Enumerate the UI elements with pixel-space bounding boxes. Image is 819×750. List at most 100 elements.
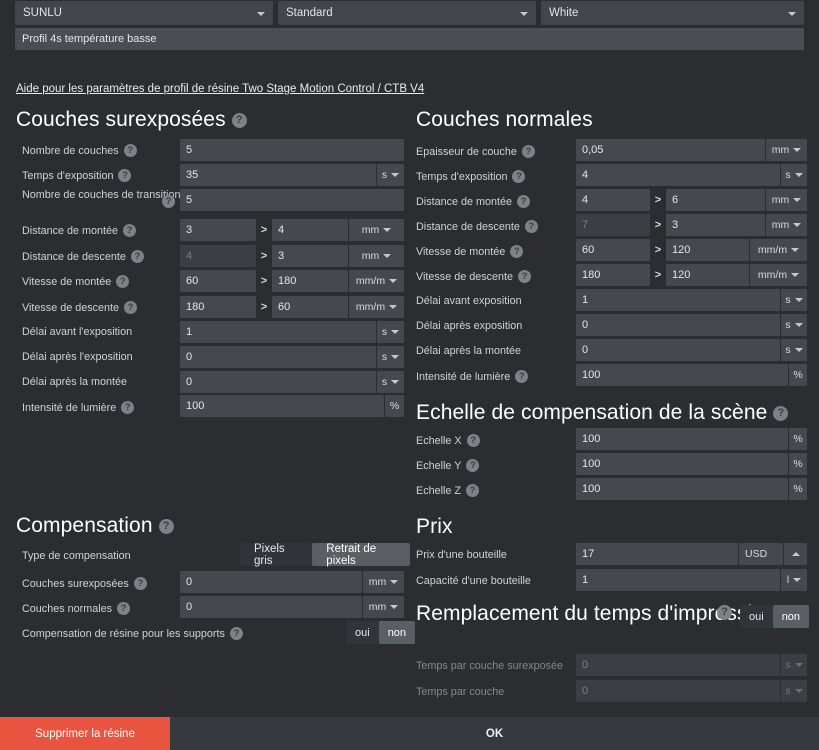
help-icon[interactable]: ?: [515, 370, 529, 383]
input-compensation-burn-in[interactable]: 0: [180, 571, 362, 593]
print-time-override-toggle[interactable]: oui non: [740, 605, 810, 628]
help-icon[interactable]: ?: [117, 602, 131, 615]
input-normal-delay-after-lift[interactable]: 0: [576, 339, 780, 361]
input-lift-speed-2[interactable]: 180: [272, 270, 348, 292]
unit-dropdown-normal-lift-speed[interactable]: mm/m: [750, 239, 807, 261]
help-icon[interactable]: ?: [118, 169, 132, 182]
brand-dropdown[interactable]: SUNLU: [15, 1, 273, 25]
type-dropdown[interactable]: Standard: [278, 1, 536, 25]
compensation-type-pixel-shrink[interactable]: Retrait de pixels: [312, 543, 410, 567]
label-bottle-capacity: Capacité d'une bouteille: [416, 575, 531, 587]
unit-dropdown-layer-thickness[interactable]: mm: [766, 139, 807, 161]
unit-dropdown-normal-retract-speed[interactable]: mm/m: [750, 264, 807, 286]
help-icon[interactable]: ?: [524, 220, 538, 233]
input-normal-lift-speed-2[interactable]: 120: [666, 239, 749, 261]
help-icon[interactable]: ?: [521, 145, 535, 158]
delete-resin-button[interactable]: Supprimer la résine: [0, 717, 170, 750]
unit-dropdown-retract-speed[interactable]: mm/m: [349, 296, 404, 318]
help-icon[interactable]: ?: [466, 459, 480, 472]
unit-dropdown-normal-delay-before-exposure[interactable]: s: [781, 289, 807, 311]
unit-dropdown-normal-exposure-time[interactable]: s: [781, 164, 807, 186]
input-lift-speed-1[interactable]: 60: [180, 270, 256, 292]
ok-button[interactable]: OK: [170, 717, 819, 750]
unit-dropdown-lift-speed[interactable]: mm/m: [349, 270, 404, 292]
help-icon[interactable]: ?: [162, 195, 175, 208]
support-compensation-no[interactable]: non: [378, 621, 416, 644]
help-icon[interactable]: ?: [773, 405, 789, 421]
label-layer-thickness: Epaisseur de couche ?: [416, 145, 535, 158]
input-compensation-normal[interactable]: 0: [180, 596, 362, 618]
input-retract-speed-2[interactable]: 60: [272, 296, 348, 318]
input-transition-count[interactable]: 5: [180, 189, 404, 211]
unit-dropdown-bottle-capacity[interactable]: l: [781, 569, 807, 591]
unit-dropdown-lift-distance[interactable]: mm: [349, 219, 404, 241]
input-normal-delay-before-exposure[interactable]: 1: [576, 289, 780, 311]
help-icon[interactable]: ?: [116, 275, 130, 288]
unit-dropdown-compensation-burn-in[interactable]: mm: [363, 571, 404, 593]
help-icon[interactable]: ?: [229, 627, 243, 640]
input-normal-retract-speed-1[interactable]: 180: [576, 264, 650, 286]
input-normal-delay-after-exposure[interactable]: 0: [576, 314, 780, 336]
print-time-override-no[interactable]: non: [772, 605, 810, 628]
input-normal-lift-speed-1[interactable]: 60: [576, 239, 650, 261]
unit-dropdown-exposure-time[interactable]: s: [377, 164, 404, 186]
unit-dropdown-normal-retract-distance[interactable]: mm: [766, 214, 807, 236]
input-retract-distance-2[interactable]: 3: [272, 245, 348, 267]
input-scale-z[interactable]: 100: [576, 478, 788, 500]
unit-dropdown-normal-lift-distance[interactable]: mm: [766, 189, 807, 211]
help-icon[interactable]: ?: [510, 245, 524, 258]
help-icon[interactable]: ?: [231, 112, 247, 128]
support-compensation-yes[interactable]: oui: [346, 621, 379, 644]
help-icon[interactable]: ?: [512, 170, 526, 183]
help-icon[interactable]: ?: [123, 144, 137, 157]
unit-dropdown-retract-distance[interactable]: mm: [349, 245, 404, 267]
help-icon[interactable]: ?: [121, 401, 135, 414]
unit-dropdown-delay-before-exposure[interactable]: s: [377, 321, 404, 343]
input-scale-x[interactable]: 100: [576, 428, 788, 450]
input-delay-before-exposure[interactable]: 1: [180, 321, 376, 343]
help-icon[interactable]: ?: [123, 224, 137, 237]
print-time-override-yes[interactable]: oui: [740, 605, 773, 628]
input-normal-lift-distance-2[interactable]: 6: [666, 189, 765, 211]
unit-dropdown-normal-delay-after-exposure[interactable]: s: [781, 314, 807, 336]
help-icon[interactable]: ?: [466, 484, 480, 497]
help-icon[interactable]: ?: [158, 518, 174, 534]
input-exposure-time[interactable]: 35: [180, 164, 376, 186]
input-normal-retract-speed-2[interactable]: 120: [666, 264, 749, 286]
input-layer-count[interactable]: 5: [180, 139, 404, 161]
input-layer-thickness[interactable]: 0,05: [576, 139, 765, 161]
label-normal-exposure-time: Temps d'exposition ?: [416, 170, 526, 183]
help-icon[interactable]: ?: [518, 270, 532, 283]
profile-name-input[interactable]: Profil 4s température basse: [15, 28, 804, 50]
input-normal-exposure-time[interactable]: 4: [576, 164, 780, 186]
help-icon[interactable]: ?: [133, 577, 147, 590]
currency-dropdown[interactable]: [784, 543, 807, 565]
support-resin-compensation-toggle[interactable]: oui non: [346, 621, 416, 644]
unit-dropdown-delay-after-exposure[interactable]: s: [377, 346, 404, 368]
help-icon[interactable]: ?: [717, 605, 732, 620]
input-retract-speed-1[interactable]: 180: [180, 296, 256, 318]
input-light-intensity[interactable]: 100: [180, 395, 384, 417]
input-normal-retract-distance-2[interactable]: 3: [666, 214, 765, 236]
input-normal-lift-distance-1[interactable]: 4: [576, 189, 650, 211]
help-documentation-link[interactable]: Aide pour les paramètres de profil de ré…: [16, 83, 424, 95]
color-dropdown[interactable]: White: [541, 1, 804, 25]
unit-dropdown-compensation-normal[interactable]: mm: [363, 596, 404, 618]
input-lift-distance-1[interactable]: 3: [180, 219, 256, 241]
help-icon[interactable]: ?: [130, 250, 144, 263]
unit-dropdown-delay-after-lift[interactable]: s: [377, 371, 404, 393]
help-icon[interactable]: ?: [466, 434, 480, 447]
compensation-type-gray-pixels[interactable]: Pixels gris: [240, 543, 313, 567]
help-icon[interactable]: ?: [124, 301, 138, 314]
input-delay-after-exposure[interactable]: 0: [180, 346, 376, 368]
input-delay-after-lift[interactable]: 0: [180, 371, 376, 393]
input-normal-light-intensity[interactable]: 100: [576, 364, 788, 386]
help-icon[interactable]: ?: [517, 195, 531, 208]
greater-than-icon: >: [654, 194, 662, 206]
unit-dropdown-normal-delay-after-lift[interactable]: s: [781, 339, 807, 361]
input-bottle-capacity[interactable]: 1: [576, 569, 780, 591]
compensation-type-toggle[interactable]: Pixels gris Retrait de pixels: [240, 543, 410, 567]
input-lift-distance-2[interactable]: 4: [272, 219, 348, 241]
input-scale-y[interactable]: 100: [576, 453, 788, 475]
input-bottle-price[interactable]: 17: [576, 543, 738, 565]
